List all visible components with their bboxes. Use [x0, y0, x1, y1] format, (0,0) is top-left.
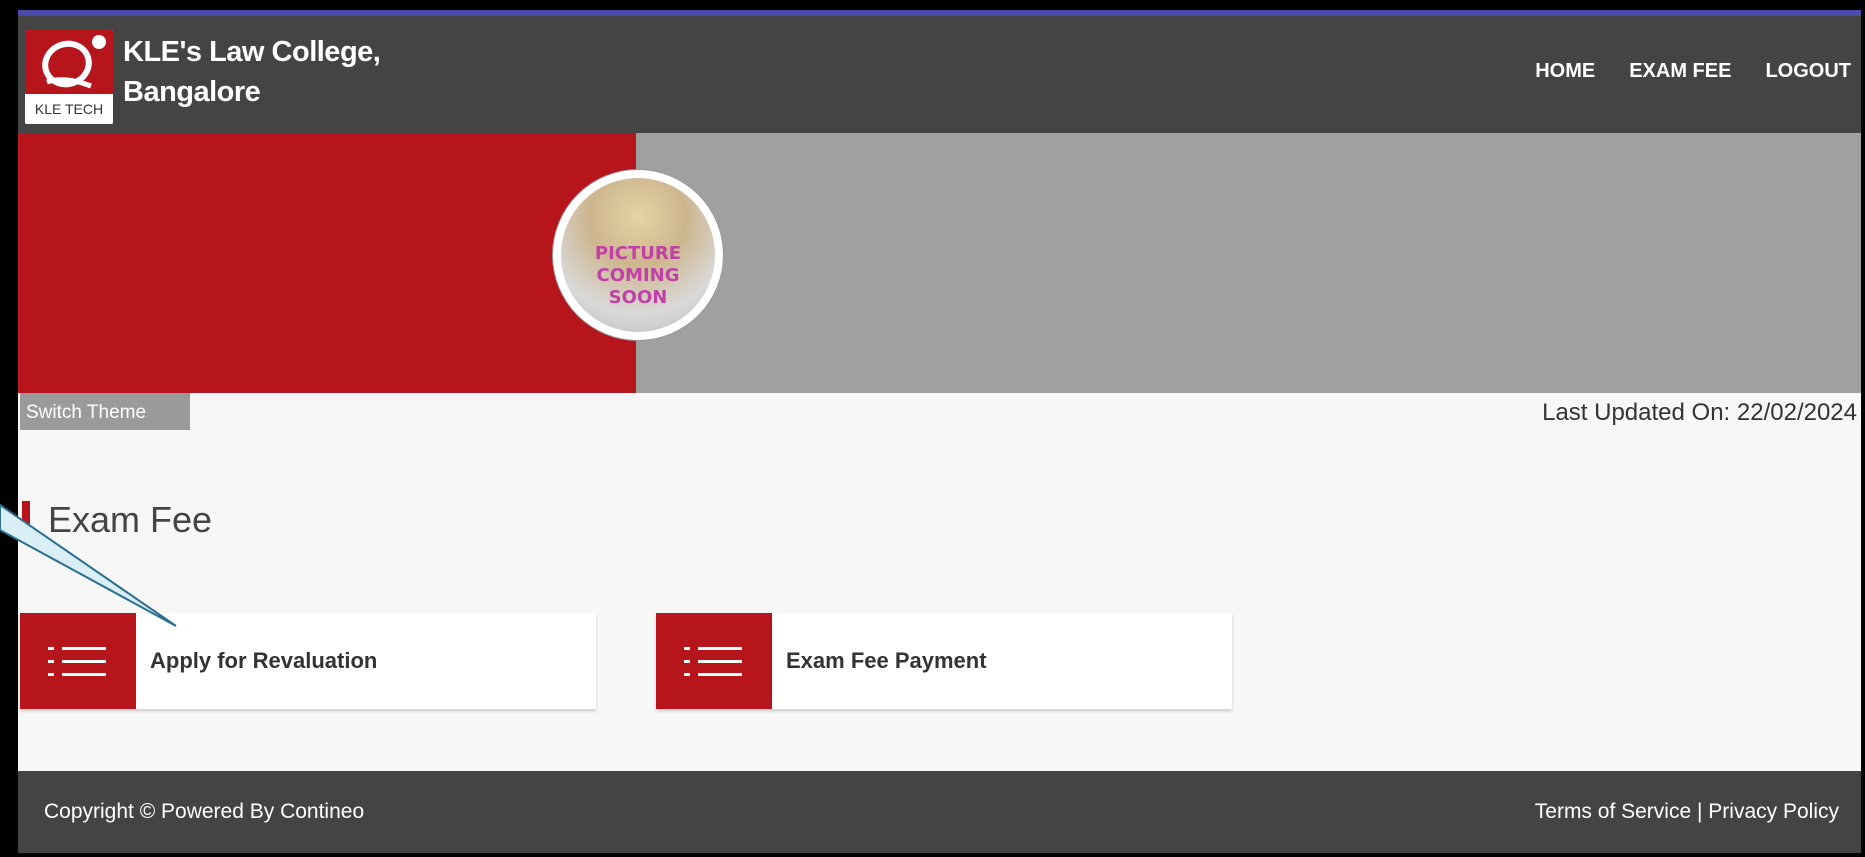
- list-icon: [656, 613, 772, 709]
- section-title-accent: [22, 501, 30, 543]
- copyright-text: Copyright © Powered By Contineo: [44, 800, 365, 823]
- exam-fee-payment-card[interactable]: Exam Fee Payment: [656, 613, 1232, 709]
- footer-links: Terms of Service | Privacy Policy: [1535, 771, 1839, 853]
- privacy-policy-link[interactable]: Privacy Policy: [1708, 800, 1839, 823]
- nav-logout-link[interactable]: LOGOUT: [1765, 60, 1851, 83]
- profile-banner-left: [18, 133, 636, 393]
- profile-avatar[interactable]: PICTURE COMING SOON: [553, 170, 723, 340]
- page-footer: Copyright © Powered By Contineo Terms of…: [18, 771, 1861, 853]
- header-navbar: KLE TECH KLE's Law College, Bangalore HO…: [18, 16, 1861, 133]
- main-nav: HOME EXAM FEE LOGOUT: [1535, 60, 1851, 83]
- avatar-text-line3: SOON: [608, 287, 668, 308]
- logo-mark-icon: [25, 30, 113, 94]
- college-name: KLE's Law College, Bangalore: [123, 32, 453, 112]
- list-icon: [20, 613, 136, 709]
- avatar-placeholder-text: PICTURE COMING SOON: [553, 243, 723, 309]
- exam-fee-payment-label: Exam Fee Payment: [786, 648, 987, 673]
- nav-home-link[interactable]: HOME: [1535, 60, 1595, 83]
- logo-tag: KLE TECH: [25, 94, 113, 124]
- switch-theme-button[interactable]: Switch Theme: [20, 393, 190, 430]
- profile-banner-right: [636, 133, 1861, 393]
- college-name-line1: KLE's Law College,: [123, 36, 381, 68]
- avatar-text-line2: COMING: [596, 265, 680, 286]
- nav-exam-fee-link[interactable]: EXAM FEE: [1629, 60, 1731, 83]
- terms-of-service-link[interactable]: Terms of Service: [1535, 800, 1691, 823]
- footer-separator: |: [1696, 800, 1703, 823]
- last-updated-text: Last Updated On: 22/02/2024: [1542, 399, 1857, 426]
- section-title: Exam Fee: [48, 499, 213, 540]
- college-logo[interactable]: KLE TECH: [25, 30, 113, 124]
- apply-revaluation-label: Apply for Revaluation: [150, 648, 378, 673]
- college-name-line2: Bangalore: [123, 76, 261, 108]
- avatar-text-line1: PICTURE: [594, 243, 682, 264]
- main-content: Switch Theme Last Updated On: 22/02/2024…: [18, 393, 1861, 771]
- apply-revaluation-card[interactable]: Apply for Revaluation: [20, 613, 596, 709]
